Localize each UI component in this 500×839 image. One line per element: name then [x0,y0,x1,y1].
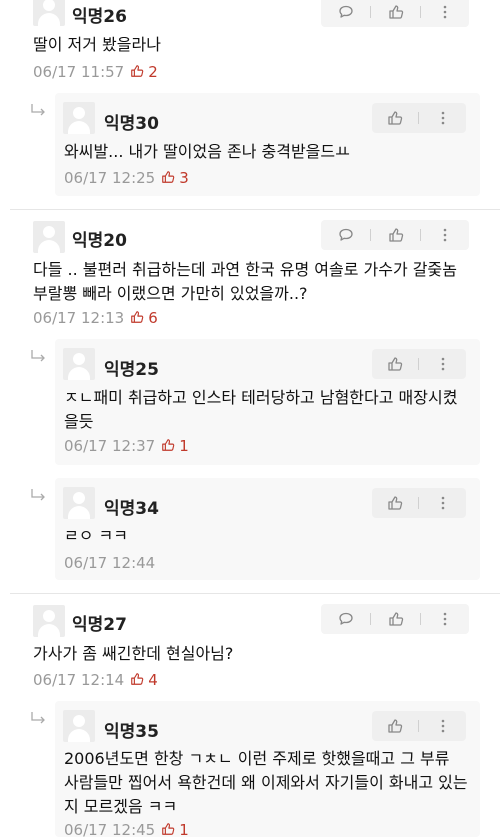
reply-arrow-icon [30,711,48,727]
thumbs-up-icon [161,438,175,452]
comment-time: 06/17 12:45 [64,821,156,839]
avatar [33,0,65,26]
thumbs-up-icon [387,495,403,511]
thumbs-up-icon [161,822,175,836]
thumbs-up-icon [130,672,144,686]
comment-actions [372,711,466,741]
comment-actions [321,604,469,634]
comment-time: 06/17 12:37 [64,437,156,455]
comment-text: 다들 .. 불편러 취급하는데 과연 한국 유명 여솔로 가수가 갈줒놈 부랄뽕… [33,260,457,303]
comment-actions [321,220,469,250]
comment-author: 익명30 [104,114,159,134]
avatar [63,348,95,380]
reply-item: 익명25 ㅈㄴ패미 취급하고 인스타 테러당하고 남혐한다고 매장시켰을듯 06… [55,339,480,465]
more-button[interactable] [421,220,468,250]
comment-item: 익명26 딸이 저거 봤을라나 06/17 11:57 2 [0,0,500,100]
like-button[interactable] [371,604,420,634]
comment-time: 06/17 12:13 [33,309,125,327]
thumbs-up-icon [130,64,144,78]
vertical-dots-icon [435,718,451,734]
comment-meta: 06/17 12:25 3 [64,169,189,187]
avatar [63,710,95,742]
comment-text: 와씨발... 내가 딸이었음 존나 충격받을드ㅛ [64,142,350,161]
comment-meta: 06/17 11:57 2 [33,63,158,81]
more-button[interactable] [419,349,466,379]
avatar [63,487,95,519]
like-count: 2 [148,63,158,81]
comment-meta: 06/17 12:45 1 [64,821,189,839]
comment-author: 익명26 [72,7,127,27]
more-button[interactable] [419,711,466,741]
like-count: 1 [179,821,189,839]
comment-item: 익명20 다들 .. 불편러 취급하는데 과연 한국 유명 여솔로 가수가 갈줒… [0,210,500,335]
thumbs-up-icon [161,170,175,184]
reply-arrow-icon [30,103,48,119]
thumbs-up-icon [387,718,403,734]
like-count: 6 [148,309,158,327]
thumbs-up-icon [388,611,404,627]
avatar [63,102,95,134]
like-count: 1 [179,437,189,455]
comment-actions [372,103,466,133]
comment-meta: 06/17 12:13 6 [33,309,158,327]
comment-actions [372,349,466,379]
like-count: 3 [179,169,189,187]
comment-author: 익명27 [72,615,127,635]
more-button[interactable] [421,0,468,27]
like-button[interactable] [372,488,418,518]
thumbs-up-icon [387,356,403,372]
comment-item: 익명27 가사가 좀 쌔긴한데 현실아님? 06/17 12:14 4 [0,594,500,694]
comment-meta: 06/17 12:37 1 [64,437,189,455]
speech-bubble-icon [338,611,354,627]
comment-meta: 06/17 12:44 [64,554,155,572]
avatar [33,221,65,253]
reply-item: 익명35 2006년도면 한창 ㄱㅊㄴ 이런 주제로 핫했을때고 그 부류 사람… [55,701,480,839]
reply-button[interactable] [321,0,370,27]
like-button[interactable] [371,220,420,250]
speech-bubble-icon [338,227,354,243]
vertical-dots-icon [437,227,453,243]
reply-item: 익명30 와씨발... 내가 딸이었음 존나 충격받을드ㅛ 06/17 12:2… [55,93,480,196]
comment-text: 2006년도면 한창 ㄱㅊㄴ 이런 주제로 핫했을때고 그 부류 사람들만 찝어… [64,749,468,816]
thumbs-up-icon [387,110,403,126]
thumbs-up-icon [388,227,404,243]
reply-arrow-icon [30,488,48,504]
comment-actions [372,488,466,518]
comment-time: 06/17 12:14 [33,671,125,689]
vertical-dots-icon [435,495,451,511]
comment-time: 06/17 12:25 [64,169,156,187]
more-button[interactable] [419,103,466,133]
reply-arrow-icon [30,349,48,365]
like-button[interactable] [372,711,418,741]
comment-text: 가사가 좀 쌔긴한데 현실아님? [33,644,234,663]
like-button[interactable] [372,349,418,379]
thumbs-up-icon [388,4,404,20]
reply-button[interactable] [321,220,370,250]
speech-bubble-icon [338,4,354,20]
more-button[interactable] [421,604,468,634]
reply-item: 익명34 ㄹㅇ ㅋㅋ 06/17 12:44 [55,478,480,580]
more-button[interactable] [419,488,466,518]
thumbs-up-icon [130,310,144,324]
comment-time: 06/17 12:44 [64,554,156,572]
comment-text: ㅈㄴ패미 취급하고 인스타 테러당하고 남혐한다고 매장시켰을듯 [64,388,458,431]
comment-author: 익명35 [104,722,159,742]
comment-author: 익명25 [104,360,159,380]
comment-time: 06/17 11:57 [33,63,125,81]
vertical-dots-icon [437,4,453,20]
vertical-dots-icon [435,356,451,372]
comment-author: 익명34 [104,499,159,519]
reply-button[interactable] [321,604,370,634]
comment-author: 익명20 [72,231,127,251]
comment-meta: 06/17 12:14 4 [33,671,158,689]
avatar [33,605,65,637]
like-button[interactable] [371,0,420,27]
vertical-dots-icon [437,611,453,627]
comment-text: ㄹㅇ ㅋㅋ [64,526,128,545]
comment-text: 딸이 저거 봤을라나 [33,35,161,54]
like-button[interactable] [372,103,418,133]
like-count: 4 [148,671,158,689]
comment-actions [321,0,469,27]
vertical-dots-icon [435,110,451,126]
